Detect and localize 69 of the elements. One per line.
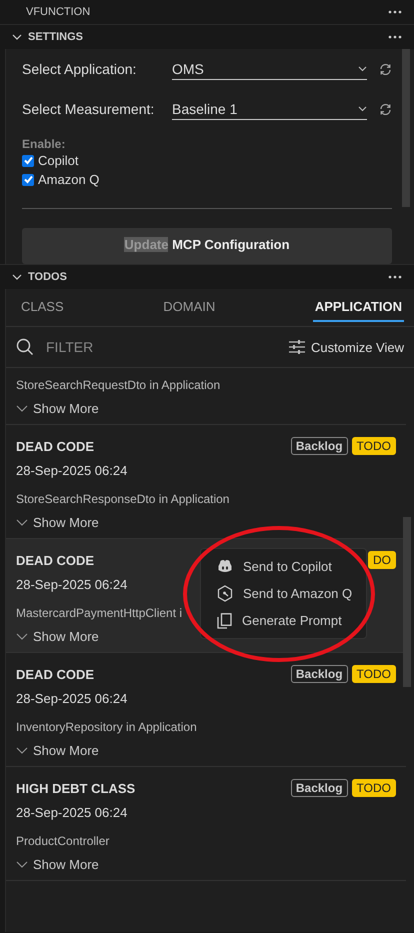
- chevron-icon: [358, 66, 367, 72]
- checkbox[interactable]: [22, 154, 34, 166]
- menu-item[interactable]: Send to Amazon Q: [201, 580, 366, 607]
- scrollbar[interactable]: [403, 517, 411, 687]
- show-more-link[interactable]: Show More: [16, 401, 99, 416]
- dropdown-field[interactable]: Baseline 1: [172, 98, 367, 120]
- filter-field[interactable]: FILTER: [44, 338, 280, 356]
- more-icon[interactable]: [388, 35, 402, 39]
- chevron-icon: [16, 633, 28, 640]
- show-more-link[interactable]: Show More: [16, 743, 99, 758]
- hexagon-icon: [217, 585, 233, 602]
- checkbox[interactable]: [22, 174, 34, 186]
- checkbox-label: Copilot: [38, 153, 78, 168]
- show-more-link[interactable]: Show More: [16, 515, 99, 530]
- show-more-link[interactable]: Show More: [16, 857, 99, 872]
- todo-badge: TODO: [352, 437, 396, 455]
- chevron-icon: [358, 106, 367, 112]
- todo-title: DEAD CODE: [16, 552, 94, 568]
- todo-badge: TODO: [352, 779, 396, 797]
- sliders-icon: [289, 340, 306, 354]
- field-label: Select Measurement:: [22, 101, 156, 117]
- copy-icon: [217, 612, 232, 628]
- todo-badge: TODO: [352, 665, 396, 683]
- todo-card[interactable]: HIGH DEBT CLASS Backlog TODO 28-Sep-2025 06:24 ProductController Show More: [6, 767, 406, 881]
- chevron-icon: [16, 405, 28, 412]
- more-icon[interactable]: [388, 10, 402, 14]
- field-label: Select Application:: [22, 61, 138, 77]
- chevron-icon[interactable]: [12, 274, 22, 280]
- tab[interactable]: APPLICATION: [312, 293, 404, 322]
- tab[interactable]: CLASS: [19, 293, 66, 322]
- chevron-icon[interactable]: [12, 34, 22, 40]
- todo-date: 28-Sep-2025 06:24: [16, 805, 128, 820]
- chevron-icon: [16, 747, 28, 754]
- section-title[interactable]: TODOS: [28, 271, 382, 283]
- todo-card[interactable]: StoreSearchRequestDto in Application Show More: [6, 368, 406, 425]
- tab[interactable]: DOMAIN: [161, 293, 218, 322]
- backlog-badge: Backlog: [290, 779, 348, 797]
- checkbox-label: Amazon Q: [38, 172, 100, 187]
- todo-badge: DO: [368, 551, 396, 569]
- refresh-icon[interactable]: [379, 102, 392, 116]
- customize-view-button[interactable]: Customize View: [289, 340, 404, 354]
- todo-description: StoreSearchRequestDto in Application: [16, 378, 222, 392]
- menu-item[interactable]: Generate Prompt: [201, 607, 366, 634]
- robot-icon: [217, 559, 233, 574]
- todo-description: MastercardPaymentHttpClient i: [16, 606, 184, 620]
- todo-description: StoreSearchResponseDto in Application: [16, 492, 230, 506]
- todo-title: DEAD CODE: [16, 438, 94, 454]
- chevron-icon: [16, 519, 28, 526]
- view-title: VFUNCTION: [26, 6, 90, 18]
- backlog-badge: Backlog: [290, 437, 348, 455]
- search-icon: [16, 338, 34, 356]
- todo-description: InventoryRepository in Application: [16, 720, 198, 734]
- more-icon[interactable]: [388, 275, 402, 279]
- section-title[interactable]: SETTINGS: [28, 31, 382, 43]
- show-more-link[interactable]: Show More: [16, 629, 99, 644]
- todo-date: 28-Sep-2025 06:24: [16, 691, 128, 706]
- backlog-badge: Backlog: [290, 665, 348, 683]
- update-button[interactable]: Update MCP Configuration: [22, 228, 392, 264]
- todo-date: 28-Sep-2025 06:24: [16, 577, 128, 592]
- todo-date: 28-Sep-2025 06:24: [16, 463, 128, 478]
- chevron-icon: [16, 861, 28, 868]
- todo-description: ProductController: [16, 834, 110, 848]
- refresh-icon[interactable]: [379, 62, 392, 76]
- todo-title: DEAD CODE: [16, 666, 94, 682]
- enable-label: Enable:: [22, 137, 66, 151]
- scrollbar[interactable]: [402, 49, 410, 207]
- todo-title: HIGH DEBT CLASS: [16, 780, 136, 796]
- dropdown-field[interactable]: OMS: [172, 58, 367, 80]
- menu-item[interactable]: Send to Copilot: [201, 553, 366, 580]
